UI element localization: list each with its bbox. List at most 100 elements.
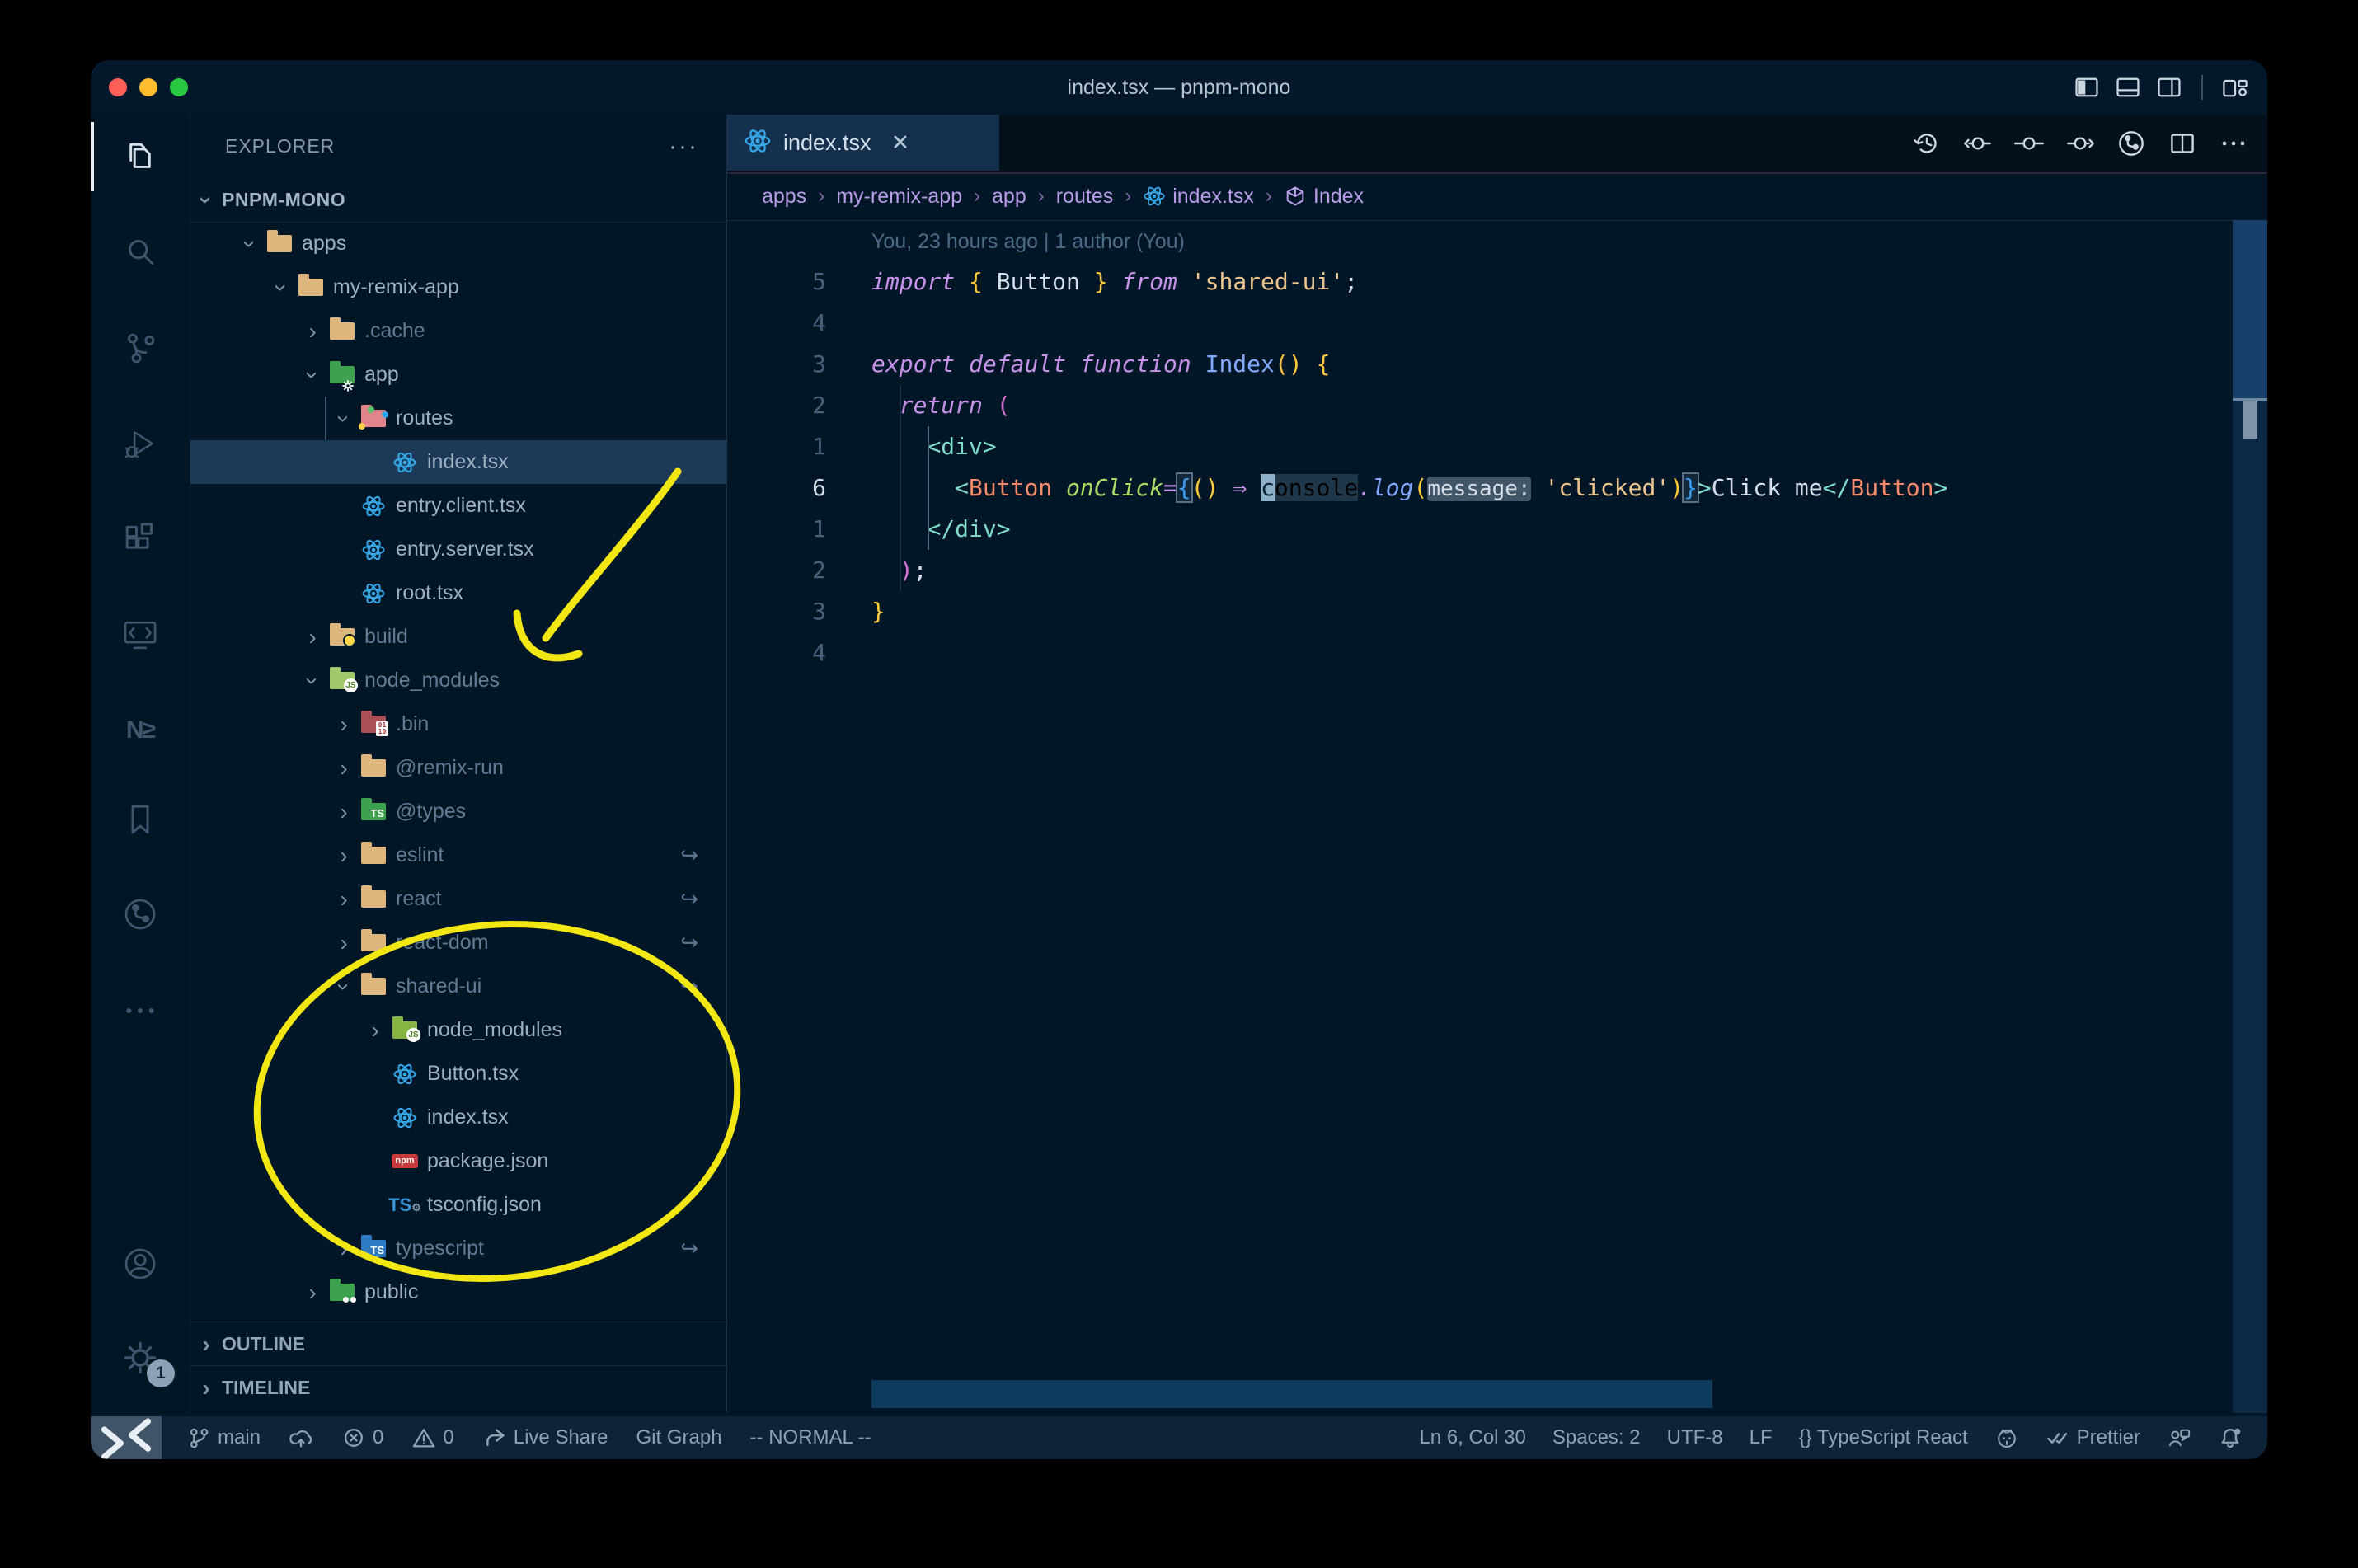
workspace-root-row[interactable]: › PNPM-MONO xyxy=(190,178,726,223)
status-notifications[interactable] xyxy=(2218,1425,2243,1450)
chevron-right-icon[interactable]: › xyxy=(328,712,359,736)
status-feedback[interactable] xyxy=(2167,1425,2191,1450)
chevron-right-icon[interactable]: › xyxy=(328,800,359,824)
chevron-right-icon[interactable]: › xyxy=(297,1280,328,1304)
activity-search[interactable] xyxy=(91,211,190,293)
activity-settings[interactable]: 1 xyxy=(91,1317,190,1399)
layout-sidebar-right-icon[interactable] xyxy=(2155,73,2183,101)
tree-item-apps[interactable]: › apps xyxy=(190,222,726,265)
status-live-share[interactable]: Live Share xyxy=(482,1425,608,1450)
tree-item-button-tsx[interactable]: Button.tsx xyxy=(190,1052,726,1096)
tree-item-tsconfig-json[interactable]: TS⚙ tsconfig.json xyxy=(190,1183,726,1227)
breadcrumb-item-my-remix-app[interactable]: my-remix-app xyxy=(836,185,962,209)
tree-item-node-modules[interactable]: › JS node_modules xyxy=(190,1008,726,1052)
scrollbar-thumb[interactable] xyxy=(2233,220,2267,401)
tree-item-eslint[interactable]: › eslint ↪ xyxy=(190,833,726,877)
chevron-right-icon[interactable]: › xyxy=(328,756,359,780)
chevron-down-icon[interactable]: › xyxy=(237,228,263,260)
dots-icon[interactable] xyxy=(2216,126,2251,161)
chevron-down-icon[interactable]: › xyxy=(331,971,357,1002)
commit-icon[interactable] xyxy=(2012,126,2046,161)
breadcrumb-item-index-tsx[interactable]: index.tsx xyxy=(1143,185,1254,209)
activity-run-debug[interactable] xyxy=(91,402,190,485)
chevron-right-icon[interactable]: › xyxy=(328,887,359,911)
history-icon[interactable] xyxy=(1909,126,1944,161)
layout-panel-icon[interactable] xyxy=(2114,73,2142,101)
chevron-down-icon[interactable]: › xyxy=(300,665,326,697)
panel-timeline[interactable]: › TIMELINE xyxy=(190,1365,726,1410)
tree-item-typescript[interactable]: › TS typescript ↪ xyxy=(190,1227,726,1270)
chevron-down-icon[interactable]: › xyxy=(331,403,357,434)
layout-customize-icon[interactable] xyxy=(2221,73,2249,101)
tree-item--bin[interactable]: › 01 10 .bin xyxy=(190,702,726,746)
horizontal-scrollbar[interactable] xyxy=(871,1380,1712,1408)
activity-extensions[interactable] xyxy=(91,498,190,580)
tree-item-app[interactable]: › app xyxy=(190,353,726,397)
tree-item-react[interactable]: › react ↪ xyxy=(190,877,726,921)
status-formatter[interactable]: Prettier xyxy=(2046,1425,2140,1450)
tree-item-my-remix-app[interactable]: › my-remix-app xyxy=(190,265,726,309)
chevron-right-icon[interactable]: › xyxy=(297,625,328,649)
code-area[interactable]: You, 23 hours ago | 1 author (You) 5 impor… xyxy=(727,220,2267,1413)
chevron-down-icon[interactable]: › xyxy=(300,359,326,391)
panel-outline[interactable]: › OUTLINE xyxy=(190,1322,726,1366)
status-eol[interactable]: LF xyxy=(1750,1426,1773,1449)
layout-sidebar-left-icon[interactable] xyxy=(2073,73,2101,101)
tree-item--cache[interactable]: › .cache xyxy=(190,309,726,353)
tree-item-node-modules[interactable]: › JS node_modules xyxy=(190,659,726,702)
breadcrumb-item-apps[interactable]: apps xyxy=(762,185,806,209)
symlink-icon: ↪ xyxy=(680,886,698,911)
activity-bar: N≥ 1 xyxy=(91,115,190,1413)
tree-item-index-tsx[interactable]: index.tsx xyxy=(190,1096,726,1139)
status-encoding[interactable]: UTF-8 xyxy=(1667,1426,1723,1449)
activity-more-views[interactable] xyxy=(91,969,190,1052)
tree-item-index-tsx[interactable]: index.tsx xyxy=(190,440,726,484)
status-indentation[interactable]: Spaces: 2 xyxy=(1552,1426,1641,1449)
split-icon[interactable] xyxy=(2165,126,2200,161)
chevron-down-icon[interactable]: › xyxy=(269,272,294,303)
chevron-right-icon[interactable]: › xyxy=(328,1237,359,1261)
activity-accounts[interactable] xyxy=(91,1223,190,1305)
tree-item-shared-ui[interactable]: › shared-ui ↪ xyxy=(190,965,726,1008)
chevron-right-icon[interactable]: › xyxy=(297,319,328,343)
tree-item--types[interactable]: › TS @types xyxy=(190,790,726,833)
tab-close-icon[interactable]: ✕ xyxy=(891,130,910,156)
status-git-graph[interactable]: Git Graph xyxy=(636,1426,722,1449)
tree-item-routes[interactable]: › routes xyxy=(190,397,726,440)
activity-nx-console[interactable]: N≥ xyxy=(91,689,190,772)
status-language-mode[interactable]: {} TypeScript React xyxy=(1799,1426,1968,1449)
tree-item-package-json[interactable]: npm package.json xyxy=(190,1139,726,1183)
tree-item-public[interactable]: › public xyxy=(190,1270,726,1314)
breadcrumb-item-index[interactable]: Index xyxy=(1284,185,1364,209)
tree-item-react-dom[interactable]: › react-dom ↪ xyxy=(190,921,726,965)
breadcrumb-item-app[interactable]: app xyxy=(992,185,1026,209)
gitgraph-bright-icon[interactable] xyxy=(2114,126,2149,161)
status-sync[interactable] xyxy=(289,1425,313,1450)
change-prev-icon[interactable] xyxy=(1961,126,1995,161)
activity-remote-explorer[interactable] xyxy=(91,594,190,676)
change-next-icon[interactable] xyxy=(2063,126,2097,161)
status-errors[interactable]: 0 xyxy=(341,1425,383,1450)
status-branch[interactable]: main xyxy=(186,1425,261,1450)
status-warnings[interactable]: 0 xyxy=(411,1425,454,1450)
status-cursor-position[interactable]: Ln 6, Col 30 xyxy=(1419,1426,1525,1449)
tree-item-entry-client-tsx[interactable]: entry.client.tsx xyxy=(190,484,726,528)
chevron-right-icon[interactable]: › xyxy=(328,843,359,867)
activity-git-graph[interactable] xyxy=(91,873,190,955)
tree-item--remix-run[interactable]: › @remix-run xyxy=(190,746,726,790)
tab-index-tsx[interactable]: index.tsx ✕ xyxy=(727,115,999,171)
activity-bookmarks[interactable] xyxy=(91,778,190,861)
vertical-scrollbar[interactable] xyxy=(2233,220,2267,1413)
activity-explorer[interactable] xyxy=(91,115,190,198)
chevron-right-icon[interactable]: › xyxy=(328,931,359,955)
status-vim-mode[interactable]: -- NORMAL -- xyxy=(750,1426,871,1449)
remote-indicator[interactable] xyxy=(91,1416,162,1459)
tree-item-build[interactable]: › build xyxy=(190,615,726,659)
breadcrumb-item-routes[interactable]: routes xyxy=(1056,185,1113,209)
activity-source-control[interactable] xyxy=(91,307,190,389)
tree-item-entry-server-tsx[interactable]: entry.server.tsx xyxy=(190,528,726,571)
tree-item-root-tsx[interactable]: root.tsx xyxy=(190,571,726,615)
chevron-right-icon[interactable]: › xyxy=(359,1018,391,1042)
sidebar-more-actions-button[interactable]: ··· xyxy=(669,133,698,161)
status-github[interactable] xyxy=(1994,1425,2019,1450)
